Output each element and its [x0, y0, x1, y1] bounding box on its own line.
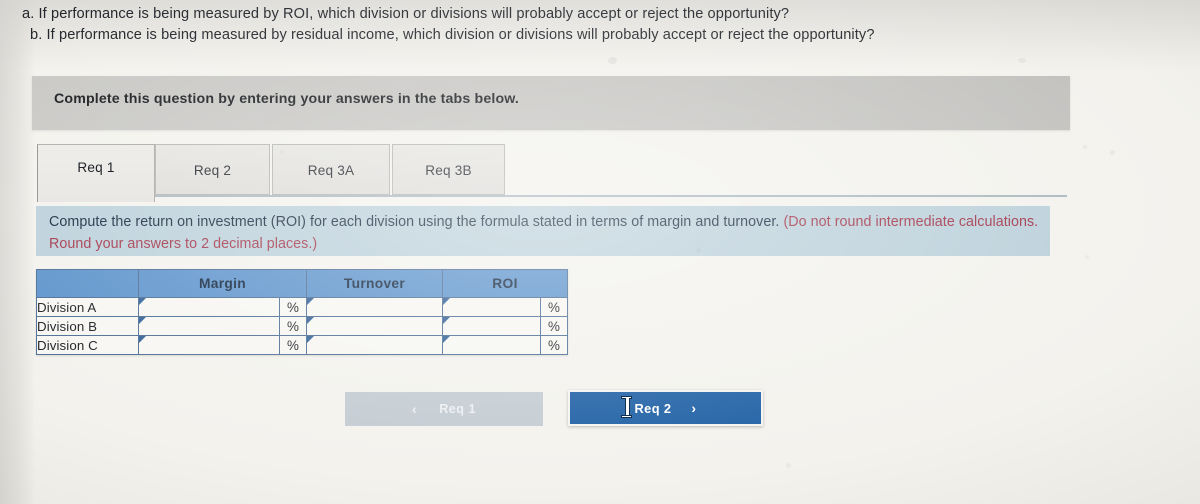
row-label-division-c: Division C — [36, 335, 139, 355]
input-margin-division-b[interactable] — [138, 316, 280, 336]
page-left-shadow — [0, 0, 34, 504]
tab-req-1[interactable]: Req 1 — [37, 144, 155, 202]
artifact-speck — [1083, 145, 1087, 149]
artifact-speck — [1018, 58, 1026, 63]
cell-marker-icon — [443, 298, 450, 305]
complete-question-banner: Complete this question by entering your … — [32, 76, 1070, 130]
column-header-roi: ROI — [442, 269, 568, 298]
cell-marker-icon — [307, 336, 314, 343]
input-turnover-division-b[interactable] — [306, 316, 443, 336]
row-label-division-a: Division A — [36, 297, 139, 317]
cell-marker-icon — [443, 317, 450, 324]
table-corner-header — [36, 269, 139, 298]
cell-marker-icon — [139, 298, 146, 305]
chevron-left-icon: ‹ — [412, 401, 418, 417]
cell-marker-icon — [307, 317, 314, 324]
input-margin-division-a[interactable] — [138, 297, 280, 317]
artifact-speck — [1110, 150, 1115, 155]
table-header-row: Margin Turnover ROI — [36, 269, 568, 298]
table-row: Division C % % — [36, 335, 568, 355]
input-turnover-division-a[interactable] — [306, 297, 443, 317]
prev-requirement-button[interactable]: ‹ Req 1 — [345, 392, 543, 426]
table-row: Division A % % — [36, 297, 568, 317]
question-prompt-block: a. If performance is being measured by R… — [22, 4, 1182, 46]
input-roi-division-b[interactable] — [442, 316, 541, 336]
unit-roi-division-c: % — [540, 335, 568, 355]
unit-margin-division-c: % — [279, 335, 307, 355]
next-requirement-label: Req 2 — [634, 400, 672, 416]
chevron-right-icon: › — [691, 400, 697, 416]
tab-req-2[interactable]: Req 2 — [155, 144, 270, 195]
cell-marker-icon — [139, 336, 146, 343]
next-requirement-button[interactable]: Req 2 › — [568, 390, 763, 426]
artifact-speck — [608, 57, 617, 64]
artifact-speck — [1085, 255, 1089, 259]
input-roi-division-a[interactable] — [442, 297, 541, 317]
input-roi-division-c[interactable] — [442, 335, 541, 355]
tab-baseline — [37, 195, 1067, 197]
artifact-speck — [786, 463, 791, 468]
input-margin-division-c[interactable] — [138, 335, 280, 355]
instruction-main: Compute the return on investment (ROI) f… — [49, 214, 780, 230]
column-header-margin: Margin — [138, 269, 307, 298]
question-line-a: a. If performance is being measured by R… — [22, 6, 790, 22]
table-row: Division B % % — [36, 316, 568, 336]
unit-margin-division-b: % — [279, 316, 307, 336]
requirement-tabs: Req 1 Req 2 Req 3A Req 3B — [37, 144, 1067, 206]
table-head: Margin Turnover ROI — [36, 269, 568, 298]
unit-roi-division-a: % — [540, 297, 568, 317]
roi-answer-table: Margin Turnover ROI Division A % % Divis… — [36, 269, 568, 355]
table-body: Division A % % Division B % % Division C… — [36, 297, 568, 355]
prev-requirement-label: Req 1 — [439, 402, 476, 416]
row-label-division-b: Division B — [36, 316, 139, 336]
cell-marker-icon — [139, 317, 146, 324]
instruction-text: Compute the return on investment (ROI) f… — [49, 212, 1049, 255]
cell-marker-icon — [443, 336, 450, 343]
tab-req-3a[interactable]: Req 3A — [272, 144, 390, 195]
input-turnover-division-c[interactable] — [306, 335, 443, 355]
complete-question-text: Complete this question by entering your … — [54, 91, 520, 107]
column-header-turnover: Turnover — [306, 269, 443, 298]
tab-req-3b[interactable]: Req 3B — [392, 144, 505, 195]
unit-margin-division-a: % — [279, 297, 307, 317]
cell-marker-icon — [307, 298, 314, 305]
question-line-b: b. If performance is being measured by r… — [30, 27, 875, 43]
instruction-band: Compute the return on investment (ROI) f… — [36, 206, 1050, 256]
unit-roi-division-b: % — [540, 316, 568, 336]
